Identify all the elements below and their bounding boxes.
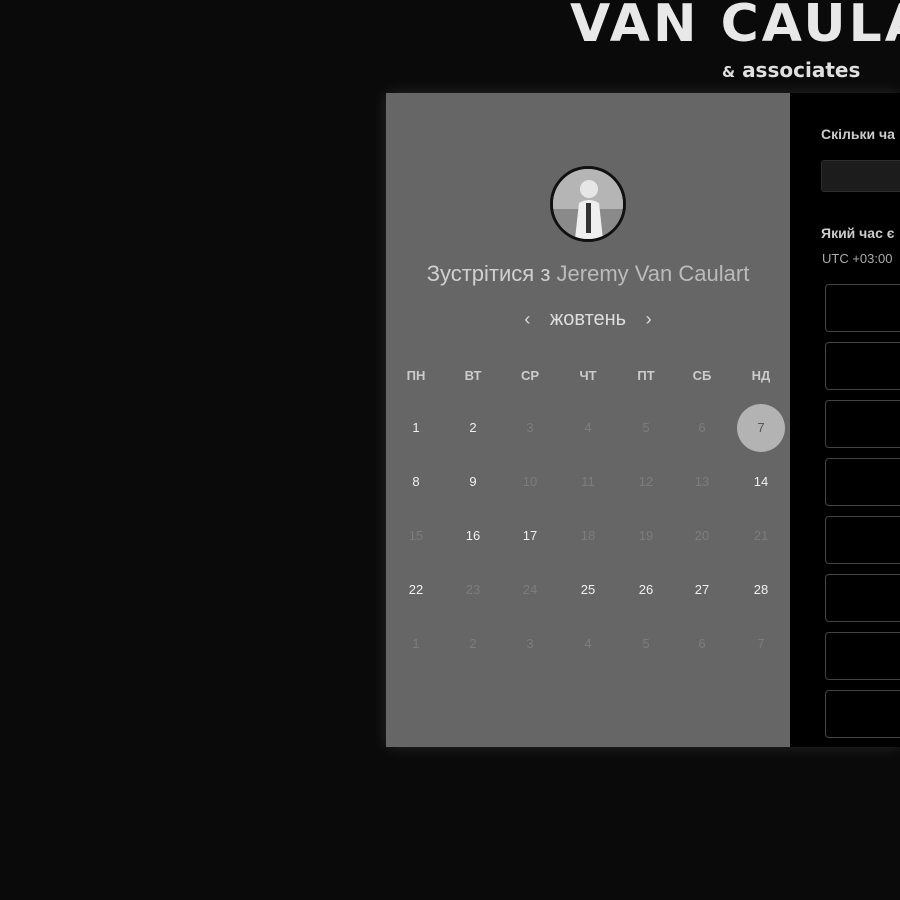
- calendar-day[interactable]: 17: [506, 512, 554, 560]
- calendar-day[interactable]: 8: [392, 458, 440, 506]
- calendar-day: 24: [522, 582, 538, 597]
- calendar-day[interactable]: 14: [737, 458, 785, 506]
- time-slot[interactable]: [825, 342, 900, 390]
- selected-day[interactable]: 7: [737, 404, 785, 452]
- calendar-day[interactable]: 16: [449, 512, 497, 560]
- meet-heading: Зустрітися з Jeremy Van Caulart: [386, 261, 790, 287]
- weekday-header: ЧТ: [579, 368, 597, 383]
- calendar-day: 4: [584, 636, 592, 651]
- time-slot[interactable]: [825, 284, 900, 332]
- calendar-day[interactable]: 27: [678, 566, 726, 614]
- calendar-day[interactable]: 9: [449, 458, 497, 506]
- duration-select[interactable]: [821, 160, 900, 192]
- time-pane: Скільки ча Який час є UTC +03:00: [790, 93, 900, 747]
- calendar-day[interactable]: 2: [449, 404, 497, 452]
- weekday-header: ПН: [406, 368, 426, 383]
- weekday-header: ПТ: [637, 368, 655, 383]
- calendar-day: 2: [469, 636, 477, 651]
- calendar-day: 20: [694, 528, 710, 543]
- calendar-day: 15: [408, 528, 424, 543]
- calendar-day[interactable]: 28: [737, 566, 785, 614]
- calendar-day: 5: [642, 420, 650, 435]
- calendar-day: 21: [753, 528, 769, 543]
- month-navigator: ‹ жовтень ›: [386, 308, 790, 331]
- weekday-header: ВТ: [464, 368, 482, 383]
- meet-prefix: Зустрітися з: [426, 261, 551, 286]
- calendar-day: 1: [412, 636, 420, 651]
- brand-associates: associates: [742, 58, 861, 82]
- time-slot[interactable]: [825, 632, 900, 680]
- calendar-day: 6: [698, 420, 706, 435]
- avatar: [550, 166, 626, 242]
- calendar-day: 11: [581, 474, 595, 489]
- next-month-icon[interactable]: ›: [632, 309, 666, 330]
- calendar-day: 13: [694, 474, 710, 489]
- calendar-day[interactable]: 22: [392, 566, 440, 614]
- calendar-day: 3: [526, 420, 534, 435]
- timezone-label: UTC +03:00: [822, 251, 893, 266]
- calendar-day[interactable]: 25: [564, 566, 612, 614]
- brand-ampersand: &: [722, 63, 736, 81]
- time-slot[interactable]: [825, 458, 900, 506]
- brand-subtitle: & associates: [722, 58, 860, 82]
- calendar-day: 6: [698, 636, 706, 651]
- calendar-day[interactable]: 26: [622, 566, 670, 614]
- calendar-day: 5: [642, 636, 650, 651]
- time-slot[interactable]: [825, 690, 900, 738]
- time-slot[interactable]: [825, 574, 900, 622]
- brand-title: VAN CAULA: [570, 0, 900, 54]
- calendar-pane: Зустрітися з Jeremy Van Caulart ‹ жовтен…: [386, 93, 790, 747]
- time-question: Який час є: [821, 225, 895, 241]
- weekday-header: СБ: [692, 368, 712, 383]
- month-label: жовтень: [549, 308, 627, 330]
- calendar-day: 10: [522, 474, 538, 489]
- prev-month-icon[interactable]: ‹: [510, 309, 544, 330]
- duration-question: Скільки ча: [821, 126, 895, 142]
- weekday-header: НД: [751, 368, 771, 383]
- calendar-day: 4: [584, 420, 592, 435]
- calendar-day: 19: [638, 528, 654, 543]
- weekday-header: СР: [520, 368, 540, 383]
- booking-panel: Зустрітися з Jeremy Van Caulart ‹ жовтен…: [386, 93, 900, 747]
- calendar-day[interactable]: 1: [392, 404, 440, 452]
- calendar-day: 7: [757, 636, 765, 651]
- host-name: Jeremy Van Caulart: [556, 261, 750, 286]
- calendar-day: 12: [638, 474, 654, 489]
- calendar-day: 18: [580, 528, 596, 543]
- calendar-day: 3: [526, 636, 534, 651]
- time-slot[interactable]: [825, 516, 900, 564]
- calendar-day: 23: [465, 582, 481, 597]
- time-slot[interactable]: [825, 400, 900, 448]
